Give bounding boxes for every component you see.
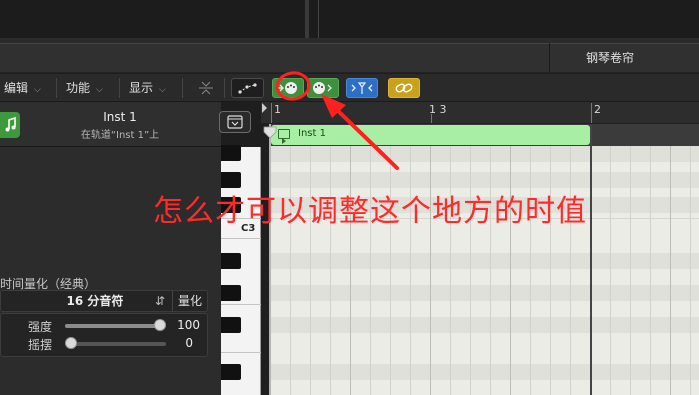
highlight-circle <box>275 71 311 101</box>
annotation-arrow-shaft <box>331 104 399 170</box>
annotation-text: 怎么才可以调整这个地方的时值 <box>153 194 587 229</box>
